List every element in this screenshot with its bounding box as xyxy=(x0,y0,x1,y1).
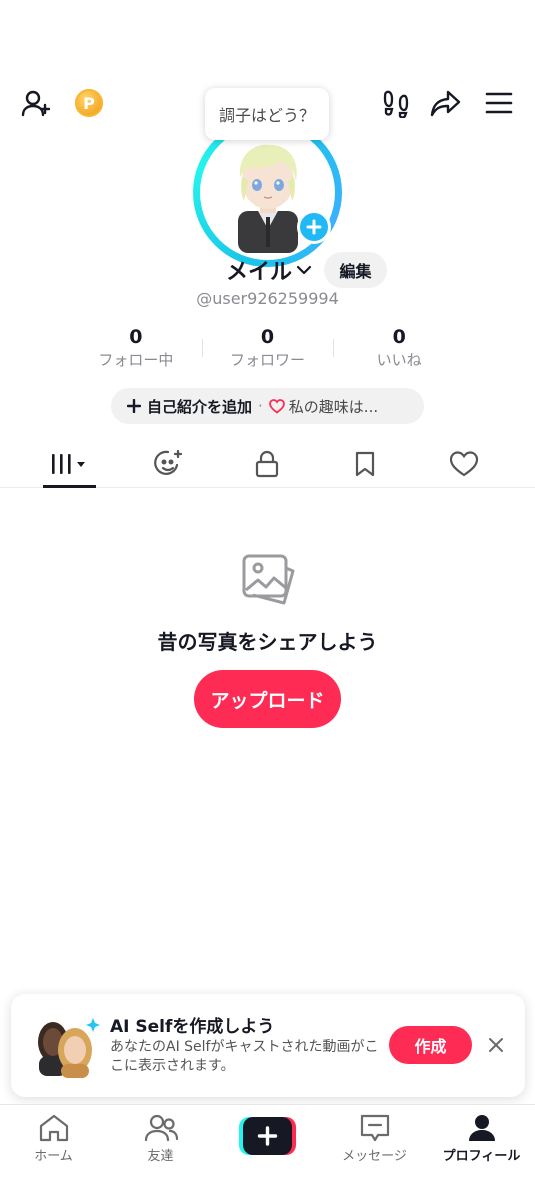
nav-messages[interactable]: メッセージ xyxy=(321,1113,428,1173)
heart-icon xyxy=(268,398,285,414)
add-bio-label: 自己紹介を追加 xyxy=(147,397,253,416)
lock-icon xyxy=(255,450,278,478)
stat-following-value: 0 xyxy=(129,326,143,348)
tab-ai-self[interactable] xyxy=(114,440,221,488)
status-bubble[interactable]: 調子はどう？ xyxy=(205,88,329,140)
tab-liked[interactable] xyxy=(410,440,517,488)
active-tab-indicator xyxy=(43,485,96,488)
username: @user926259994 xyxy=(196,289,339,308)
avatar[interactable] xyxy=(193,118,342,267)
friends-icon xyxy=(144,1114,178,1142)
plus-icon xyxy=(306,219,322,235)
interest-prompt[interactable]: 私の趣味は... xyxy=(268,396,379,417)
stat-following-label: フォロー中 xyxy=(98,351,174,369)
create-plus-icon xyxy=(239,1117,296,1155)
display-name-switcher[interactable]: メイル xyxy=(226,254,314,286)
ai-self-description: あなたのAI Selfがキャストされた動画がここに表示されます。 xyxy=(110,1039,379,1074)
coin-button[interactable]: P xyxy=(74,88,104,118)
home-icon xyxy=(39,1114,68,1142)
stat-likes-value: 0 xyxy=(392,326,406,348)
stat-followers[interactable]: 0 フォロワー xyxy=(201,325,334,375)
tab-private[interactable] xyxy=(213,440,320,488)
nav-home-label: ホーム xyxy=(34,1149,73,1164)
close-icon xyxy=(489,1038,503,1052)
ai-self-thumbnail xyxy=(31,1012,101,1078)
stat-followers-value: 0 xyxy=(260,326,275,348)
display-name: メイル xyxy=(226,260,293,285)
status-bubble-text: 調子はどう？ xyxy=(218,106,315,125)
create-post-button[interactable] xyxy=(239,1117,296,1155)
chevron-down-icon xyxy=(296,265,312,275)
stats-row: 0 フォロー中 0 フォロワー 0 いいね xyxy=(70,325,465,375)
add-avatar-button[interactable] xyxy=(297,210,331,244)
ai-self-title: AI Selfを作成しよう xyxy=(110,1017,275,1037)
profile-icon xyxy=(468,1115,495,1141)
plus-icon xyxy=(127,399,141,413)
nav-friends-label: 友達 xyxy=(147,1149,174,1164)
message-icon xyxy=(360,1114,389,1142)
add-bio-button[interactable]: 自己紹介を追加 xyxy=(127,396,252,417)
menu-icon xyxy=(485,92,513,114)
interest-prompt-text: 私の趣味は... xyxy=(288,397,379,416)
upload-label: アップロード xyxy=(210,689,325,712)
tab-saved[interactable] xyxy=(311,440,418,488)
nav-profile-label: プロフィール xyxy=(442,1149,521,1164)
stat-likes[interactable]: 0 いいね xyxy=(333,325,465,375)
nav-home[interactable]: ホーム xyxy=(0,1113,107,1173)
nav-messages-label: メッセージ xyxy=(342,1149,407,1164)
tab-videos[interactable] xyxy=(16,440,123,488)
share-button[interactable] xyxy=(429,86,463,120)
empty-state-title: 昔の写真をシェアしよう xyxy=(157,630,378,654)
edit-profile-label: 編集 xyxy=(339,262,372,281)
sparkle-face-icon xyxy=(153,449,182,475)
heart-icon xyxy=(449,451,478,477)
nav-friends[interactable]: 友達 xyxy=(107,1113,214,1173)
stat-followers-label: フォロワー xyxy=(230,351,306,369)
empty-state-illustration xyxy=(0,550,535,614)
share-icon xyxy=(430,90,461,117)
grid-icon xyxy=(51,454,85,474)
ai-self-create-button[interactable]: 作成 xyxy=(389,1026,472,1064)
bio-separator: · xyxy=(258,397,263,415)
menu-button[interactable] xyxy=(483,88,515,118)
nav-profile[interactable]: プロフィール xyxy=(428,1113,535,1173)
coin-icon: P xyxy=(75,89,103,117)
content-tabs xyxy=(0,440,535,488)
ai-portraits-image xyxy=(38,1018,100,1078)
edit-profile-button[interactable]: 編集 xyxy=(324,252,387,288)
add-friend-button[interactable] xyxy=(18,86,54,122)
photo-icon xyxy=(242,554,294,605)
ai-self-close-button[interactable] xyxy=(483,1032,509,1058)
ai-self-card[interactable]: AI Selfを作成しよう あなたのAI Selfがキャストされた動画がここに表… xyxy=(11,994,525,1097)
bottom-nav: ホーム 友達 メッセージ プロフィール xyxy=(0,1104,535,1200)
stat-following[interactable]: 0 フォロー中 xyxy=(70,325,202,375)
ai-self-create-label: 作成 xyxy=(414,1037,447,1056)
bio-pill[interactable]: 自己紹介を追加 · 私の趣味は... xyxy=(111,388,424,424)
stat-likes-label: いいね xyxy=(376,351,422,369)
name-row: メイル 編集 xyxy=(0,252,535,290)
add-user-icon xyxy=(21,90,51,117)
footprints-button[interactable] xyxy=(380,86,412,120)
footprints-icon xyxy=(383,90,409,118)
bookmark-icon xyxy=(355,451,374,477)
upload-button[interactable]: アップロード xyxy=(194,670,341,728)
